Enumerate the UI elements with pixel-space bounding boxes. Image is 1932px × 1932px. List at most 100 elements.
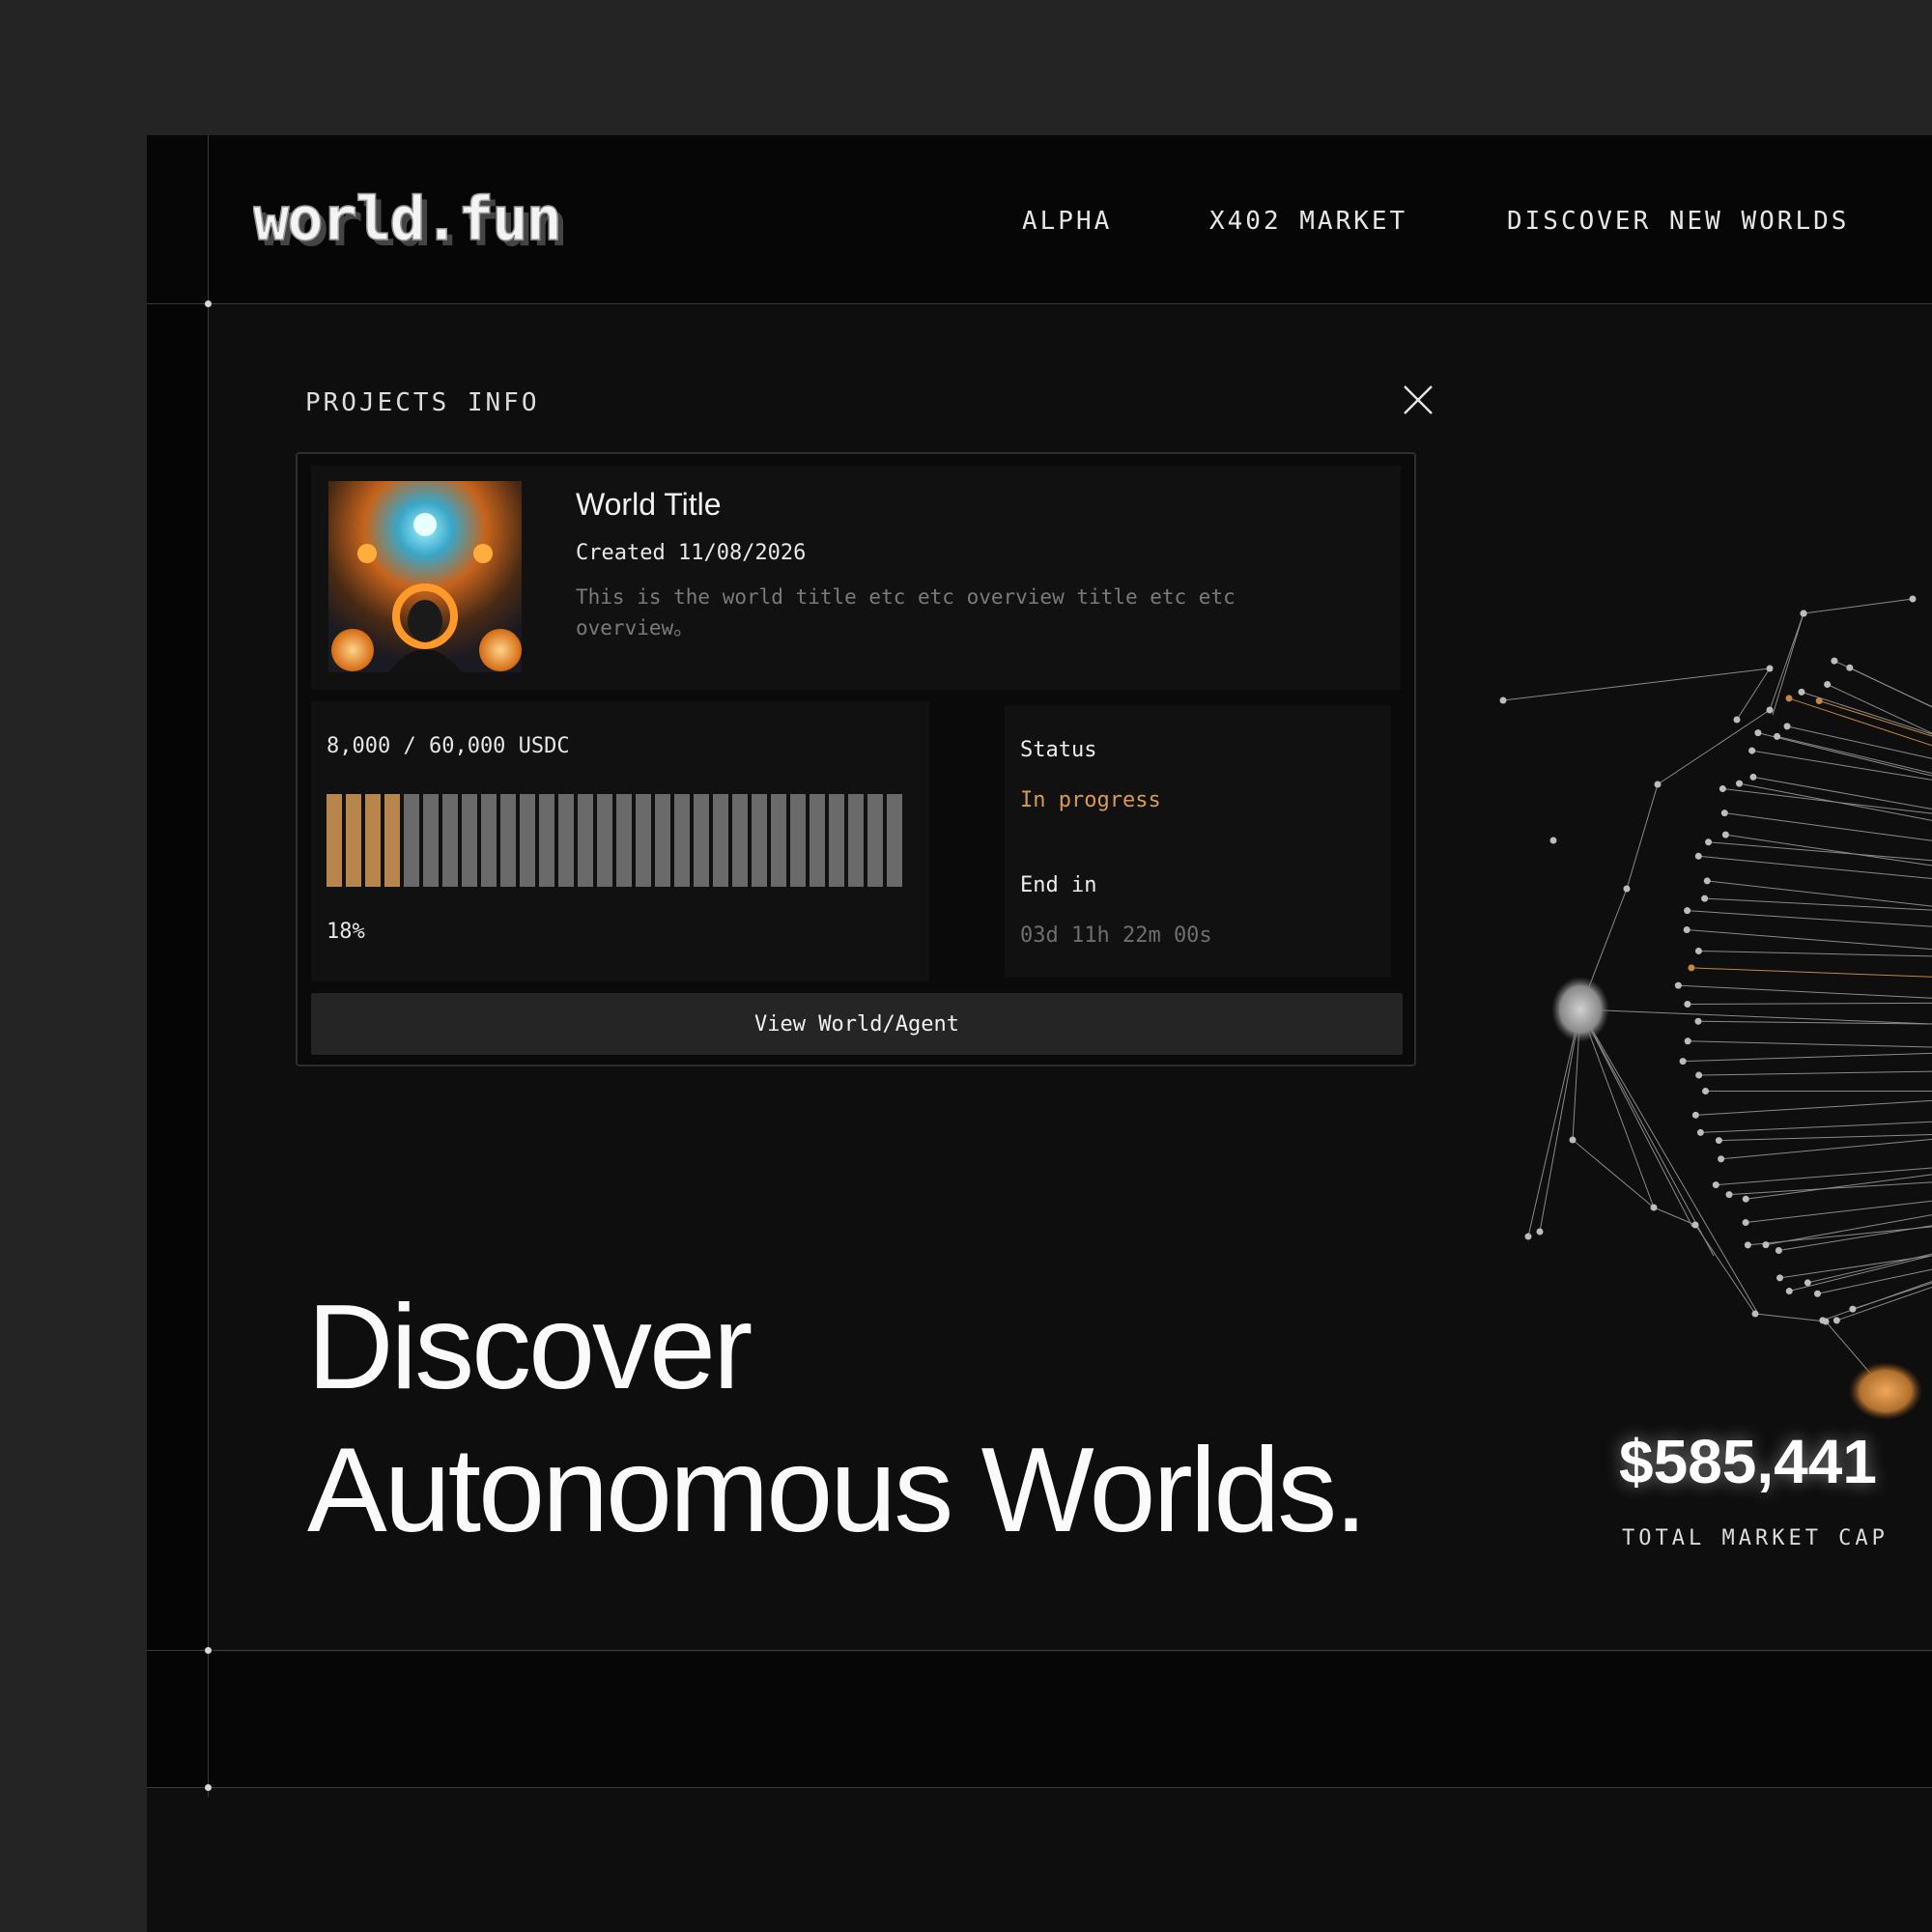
network-node: [1785, 695, 1793, 702]
network-node: [1751, 1310, 1759, 1318]
network-edge: [1698, 855, 1932, 880]
network-edge: [1819, 699, 1932, 737]
network-edge: [1720, 1138, 1932, 1160]
grid-node: [205, 1784, 212, 1791]
funding-panel: 8,000 / 60,000 USDC 18%: [311, 701, 929, 981]
progress-segment: [694, 794, 709, 887]
network-edge: [1695, 1099, 1932, 1116]
network-node: [1701, 895, 1709, 902]
network-edge: [1719, 1134, 1932, 1142]
network-node: [1749, 773, 1757, 781]
network-node: [1736, 780, 1744, 787]
top-header: world.fun world.fun ALPHA X402 MARKET DI…: [147, 135, 1932, 303]
hero-line-1: Discover: [307, 1281, 753, 1414]
network-node: [1849, 1305, 1857, 1313]
network-edge: [1728, 1181, 1932, 1196]
network-edge: [1827, 684, 1932, 734]
progress-segment: [462, 794, 477, 887]
network-edge: [1722, 788, 1932, 814]
network-node: [1679, 1058, 1687, 1065]
progress-segment: [558, 794, 574, 887]
network-edge: [1502, 668, 1771, 701]
network-node: [1703, 877, 1711, 885]
grid-line-header: [147, 303, 1932, 304]
nav-discover-new-worlds[interactable]: DISCOVER NEW WORLDS: [1507, 207, 1849, 236]
countdown-timer: 03d 11h 22m 00s: [1020, 923, 1212, 948]
network-node: [1725, 1191, 1733, 1199]
grid-node: [205, 300, 212, 307]
network-node: [1623, 885, 1631, 893]
world-thumbnail-image[interactable]: [328, 481, 522, 672]
network-node: [1748, 747, 1756, 754]
network-node: [1702, 1087, 1710, 1094]
market-cap-value: $585,441: [1619, 1427, 1877, 1496]
progress-segment-filled: [365, 794, 381, 887]
network-edge: [1687, 910, 1932, 927]
network-node: [1909, 595, 1917, 603]
network-edge: [1690, 967, 1932, 978]
gray-orb-node: [1551, 977, 1609, 1042]
network-edge: [1736, 668, 1771, 721]
grid-line-vertical: [208, 135, 209, 1797]
world-created-date: Created 11/08/2026: [576, 541, 807, 565]
network-node: [1766, 665, 1774, 672]
orange-orb-node: [1849, 1362, 1922, 1420]
grid-node: [205, 1647, 212, 1654]
nav-alpha[interactable]: ALPHA: [1022, 207, 1112, 236]
network-edge: [1716, 1167, 1932, 1186]
network-edge: [1687, 928, 1932, 951]
network-edge: [1788, 697, 1932, 747]
network-edge: [1769, 612, 1804, 711]
world-description: This is the world title etc etc overview…: [576, 585, 1236, 639]
panel-title: PROJECTS INFO: [305, 388, 540, 417]
progress-segment: [636, 794, 651, 887]
network-edge: [1657, 709, 1771, 785]
network-node: [1691, 1221, 1699, 1229]
progress-segment-filled: [384, 794, 400, 887]
network-edge: [1786, 725, 1932, 759]
status-value: In progress: [1020, 788, 1161, 812]
network-node: [1774, 732, 1781, 740]
grid-line-footer-bottom: [147, 1787, 1932, 1788]
network-node: [1720, 810, 1728, 817]
network-edge: [1852, 1282, 1932, 1310]
network-node: [1766, 706, 1774, 714]
network-edge: [1817, 1268, 1932, 1294]
status-panel: Status In progress End in 03d 11h 22m 00…: [1005, 705, 1391, 978]
progress-segment: [829, 794, 844, 887]
progress-segment: [674, 794, 690, 887]
network-edge: [1752, 776, 1932, 810]
network-node: [1776, 1274, 1783, 1282]
network-node: [1718, 1155, 1725, 1163]
network-node: [1524, 1233, 1532, 1240]
network-edge: [1708, 841, 1932, 862]
network-node: [1833, 1317, 1840, 1324]
progress-segment: [520, 794, 535, 887]
left-gutter: [147, 135, 208, 1787]
footer-band: [208, 1652, 1932, 1787]
network-edge: [1746, 1174, 1932, 1200]
progress-segment: [752, 794, 767, 887]
network-node: [1684, 1001, 1691, 1009]
network-node: [1846, 664, 1854, 671]
network-edge: [1836, 1286, 1932, 1321]
network-node: [1800, 610, 1807, 617]
network-node: [1721, 831, 1729, 838]
funding-progress-bar: [327, 794, 906, 887]
nav-x402-market[interactable]: X402 MARKET: [1209, 207, 1407, 236]
view-world-agent-button[interactable]: View World/Agent: [311, 993, 1403, 1055]
network-edge: [1687, 1002, 1932, 1006]
network-node: [1775, 1246, 1782, 1254]
world-fun-logo[interactable]: world.fun world.fun: [253, 184, 620, 261]
network-node: [1694, 1017, 1702, 1025]
network-node: [1691, 1111, 1699, 1119]
progress-segment: [887, 794, 902, 887]
progress-segment: [539, 794, 554, 887]
network-node: [1695, 1071, 1703, 1079]
progress-segment-filled: [346, 794, 361, 887]
app-frame: world.fun world.fun ALPHA X402 MARKET DI…: [147, 135, 1932, 1932]
close-icon[interactable]: [1401, 383, 1435, 417]
network-node: [1804, 1279, 1811, 1287]
network-edge: [1539, 1009, 1581, 1233]
network-node: [1684, 907, 1691, 915]
